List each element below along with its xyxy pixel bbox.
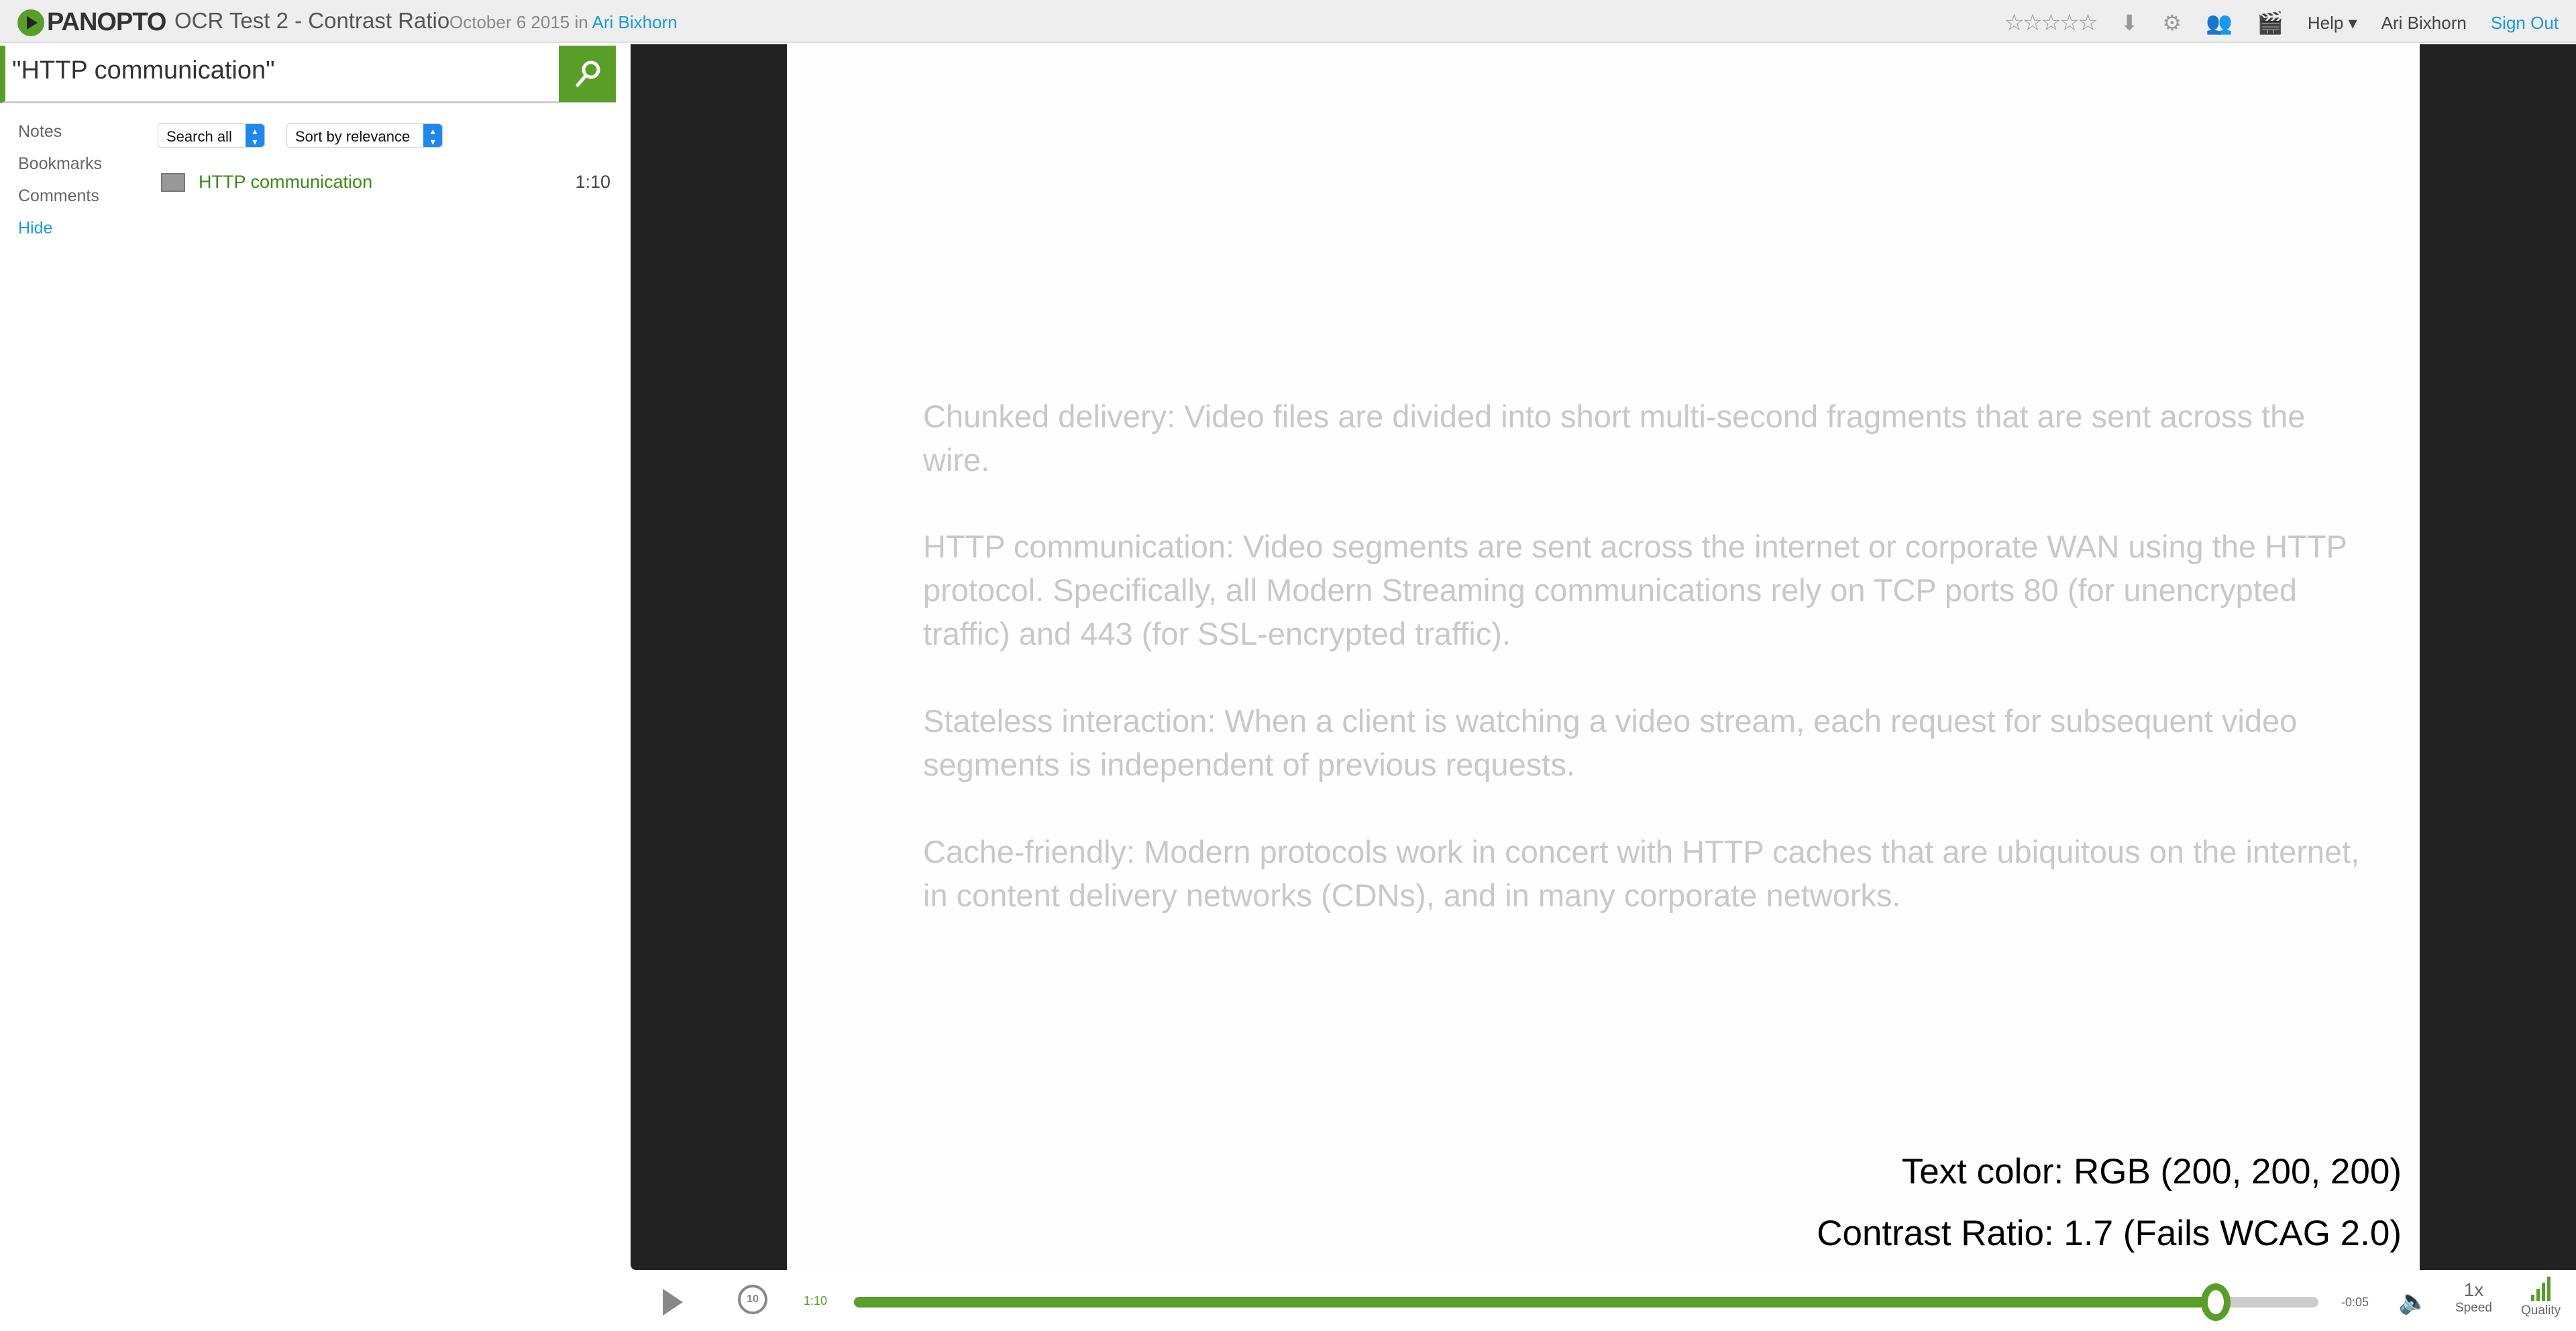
nav-bookmarks[interactable]: Bookmarks	[18, 154, 102, 187]
slide-paragraph: Cache-friendly: Modern protocols work in…	[923, 834, 2360, 913]
speed-button[interactable]: 1x Speed	[2455, 1279, 2492, 1316]
progress-bar[interactable]	[854, 1283, 2318, 1321]
player-controls: 10 1:10 -0:05 🔈 1x Speed Quality	[631, 1270, 2576, 1331]
select-arrows-icon: ▴ ▾	[423, 124, 443, 147]
slide-thumbnail-icon	[161, 172, 185, 192]
rating-stars[interactable]: ☆☆☆☆☆	[2004, 9, 2098, 36]
quality-button[interactable]: Quality	[2521, 1277, 2561, 1318]
search-result[interactable]: HTTP communication 1:10	[161, 172, 610, 193]
remaining-time: -0:05	[2341, 1295, 2369, 1309]
video-area[interactable]: Chunked delivery: Video files are divide…	[631, 44, 2576, 1270]
session-meta: October 6 2015 in Ari Bixhorn	[449, 12, 678, 32]
users-icon[interactable]: 👥	[2206, 10, 2233, 36]
search-scope-select[interactable]: Search all ▴ ▾	[158, 123, 265, 148]
help-menu[interactable]: Help ▾	[2308, 13, 2357, 34]
nav-notes[interactable]: Notes	[18, 122, 102, 154]
search-button[interactable]	[559, 46, 616, 102]
user-name: Ari Bixhorn	[2381, 12, 2467, 33]
slide: Chunked delivery: Video files are divide…	[787, 44, 2420, 1270]
top-bar: PANOPTO OCR Test 2 - Contrast Ratio Octo…	[0, 0, 2576, 43]
session-title: OCR Test 2 - Contrast Ratio	[174, 8, 450, 33]
progress-fill	[854, 1297, 2216, 1308]
select-arrows-icon: ▴ ▾	[245, 124, 264, 147]
slide-paragraph: Chunked delivery: Video files are divide…	[923, 398, 2306, 478]
slide-paragraph: HTTP communication: Video segments are s…	[923, 529, 2347, 651]
download-icon[interactable]: ⬇	[2121, 10, 2139, 36]
logo-play-icon	[17, 9, 44, 36]
signal-bars-icon	[2521, 1277, 2561, 1301]
sign-out-link[interactable]: Sign Out	[2491, 13, 2559, 34]
current-time: 1:10	[804, 1294, 828, 1308]
nav-comments[interactable]: Comments	[18, 187, 102, 219]
search-input[interactable]	[12, 56, 549, 85]
clapperboard-icon[interactable]: 🎬	[2257, 10, 2284, 36]
sort-select[interactable]: Sort by relevance ▴ ▾	[286, 123, 443, 148]
contrast-ratio-note: Contrast Ratio: 1.7 (Fails WCAG 2.0)	[1817, 1214, 2402, 1253]
progress-knob[interactable]	[2201, 1283, 2231, 1321]
text-color-note: Text color: RGB (200, 200, 200)	[1901, 1152, 2402, 1191]
sidebar-nav: Notes Bookmarks Comments Hide	[18, 122, 102, 251]
slide-paragraph: Stateless interaction: When a client is …	[923, 703, 2298, 782]
rewind-10-button[interactable]: 10	[738, 1285, 767, 1314]
play-button[interactable]	[663, 1289, 683, 1316]
sidebar: Notes Bookmarks Comments Hide Search all…	[0, 44, 631, 1331]
search-icon	[576, 60, 600, 87]
volume-icon[interactable]: 🔈	[2398, 1287, 2428, 1316]
nav-hide[interactable]: Hide	[18, 219, 102, 251]
panopto-logo[interactable]: PANOPTO	[17, 8, 166, 37]
gear-icon[interactable]: ⚙	[2163, 10, 2182, 36]
search-box	[0, 46, 616, 103]
author-link[interactable]: Ari Bixhorn	[592, 12, 678, 32]
